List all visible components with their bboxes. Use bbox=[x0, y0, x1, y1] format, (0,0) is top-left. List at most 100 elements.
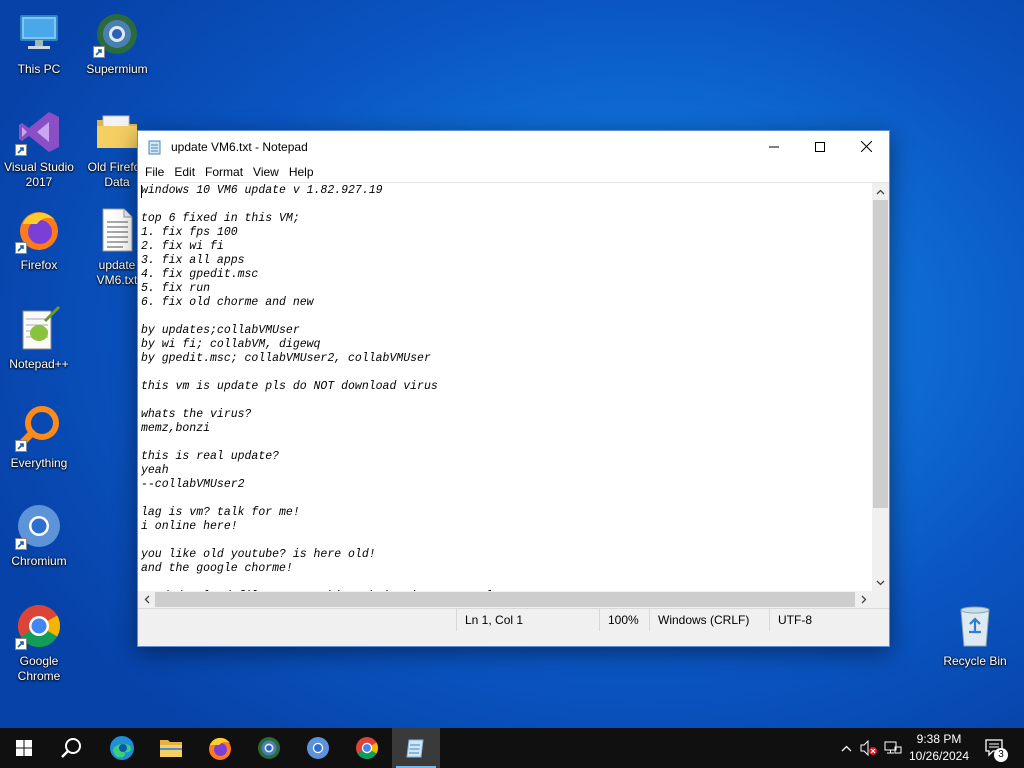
scrollbar-corner bbox=[872, 591, 889, 608]
desktop-icon-everything[interactable]: Everything bbox=[0, 404, 78, 471]
chrome-icon bbox=[15, 602, 63, 650]
notepad-window: update VM6.txt - Notepad File Edit Forma… bbox=[137, 130, 890, 647]
chevron-up-icon bbox=[841, 745, 851, 751]
notepad-icon bbox=[406, 739, 424, 758]
text-caret bbox=[141, 185, 142, 198]
shortcut-arrow-icon bbox=[15, 144, 27, 156]
clock-time: 9:38 PM bbox=[916, 732, 962, 746]
menu-file[interactable]: File bbox=[140, 163, 169, 181]
taskbar-chrome[interactable] bbox=[343, 728, 391, 768]
desktop-icon-notepadpp[interactable]: Notepad++ bbox=[0, 305, 78, 372]
desktop-icon-label: Visual Studio 2017 bbox=[4, 160, 74, 189]
desktop-icon-chromium[interactable]: Chromium bbox=[0, 502, 78, 569]
cursor-position: Ln 1, Col 1 bbox=[456, 609, 523, 631]
this-pc-icon bbox=[15, 10, 63, 58]
chromium-icon bbox=[307, 737, 329, 759]
vertical-scrollbar[interactable] bbox=[872, 183, 889, 591]
firefox-icon bbox=[209, 737, 231, 760]
firefox-icon bbox=[15, 206, 63, 254]
menu-edit[interactable]: Edit bbox=[169, 163, 200, 181]
chevron-left-icon bbox=[144, 595, 149, 604]
folder-icon bbox=[160, 740, 182, 757]
taskbar-notepad[interactable] bbox=[392, 728, 440, 768]
chevron-right-icon bbox=[861, 595, 866, 604]
scroll-up-button[interactable] bbox=[872, 183, 889, 200]
shortcut-arrow-icon bbox=[15, 440, 27, 452]
taskbar-chromium[interactable] bbox=[294, 728, 342, 768]
document-text: windows 10 VM6 update v 1.82.927.19 top … bbox=[141, 184, 521, 591]
close-button[interactable] bbox=[843, 131, 889, 162]
desktop-icon-recycle-bin[interactable]: Recycle Bin bbox=[936, 602, 1014, 669]
line-ending: Windows (CRLF) bbox=[649, 609, 749, 631]
text-file-icon bbox=[93, 206, 141, 254]
encoding: UTF-8 bbox=[769, 609, 812, 631]
editor: windows 10 VM6 update v 1.82.927.19 top … bbox=[138, 182, 889, 608]
clock[interactable]: 9:38 PM 10/26/2024 bbox=[903, 731, 975, 765]
desktop-icon-google-chrome[interactable]: Google Chrome bbox=[0, 602, 78, 684]
clock-date: 10/26/2024 bbox=[908, 749, 970, 763]
shortcut-arrow-icon bbox=[93, 46, 105, 58]
window-title: update VM6.txt - Notepad bbox=[171, 139, 308, 154]
action-center-button[interactable]: 3 bbox=[978, 728, 1012, 768]
maximize-button[interactable] bbox=[797, 131, 843, 162]
scroll-down-button[interactable] bbox=[872, 574, 889, 591]
notification-count-badge: 3 bbox=[994, 748, 1008, 762]
desktop-icon-label: Chromium bbox=[11, 554, 67, 568]
vertical-scroll-thumb[interactable] bbox=[873, 200, 888, 508]
chevron-up-icon bbox=[876, 189, 885, 194]
desktop-icon-supermium[interactable]: Supermium bbox=[78, 10, 156, 77]
taskbar-file-explorer[interactable] bbox=[147, 728, 195, 768]
desktop-icon-label: Notepad++ bbox=[9, 357, 69, 371]
desktop-icon-label: This PC bbox=[17, 62, 61, 76]
volume-button[interactable] bbox=[858, 728, 880, 768]
menu-format[interactable]: Format bbox=[200, 163, 248, 181]
desktop-icon-label: Google Chrome bbox=[17, 654, 61, 683]
menu-view[interactable]: View bbox=[248, 163, 284, 181]
taskbar-search-button[interactable] bbox=[48, 728, 96, 768]
folder-icon bbox=[93, 108, 141, 156]
scroll-right-button[interactable] bbox=[855, 591, 872, 608]
windows-logo-icon bbox=[16, 740, 32, 756]
volume-muted-icon bbox=[860, 740, 877, 756]
desktop-icon-firefox[interactable]: Firefox bbox=[0, 206, 78, 273]
minimize-icon bbox=[769, 146, 779, 147]
maximize-icon bbox=[815, 141, 825, 152]
notepadpp-icon bbox=[15, 305, 63, 353]
recycle-bin-icon bbox=[951, 602, 999, 650]
supermium-icon bbox=[93, 10, 141, 58]
start-button[interactable] bbox=[0, 728, 48, 768]
chrome-icon bbox=[356, 737, 378, 759]
status-bar: Ln 1, Col 1 100% Windows (CRLF) UTF-8 bbox=[138, 608, 889, 646]
notepad-icon bbox=[148, 140, 161, 154]
shortcut-arrow-icon bbox=[15, 242, 27, 254]
taskbar-edge[interactable] bbox=[98, 728, 146, 768]
horizontal-scroll-thumb[interactable] bbox=[155, 592, 855, 607]
edge-icon bbox=[110, 736, 134, 760]
chromium-icon bbox=[15, 502, 63, 550]
minimize-button[interactable] bbox=[751, 131, 797, 162]
desktop-icon-this-pc[interactable]: This PC bbox=[0, 10, 78, 77]
scroll-left-button[interactable] bbox=[138, 591, 155, 608]
menu-bar: File Edit Format View Help bbox=[138, 162, 889, 182]
menu-help[interactable]: Help bbox=[284, 163, 319, 181]
taskbar-supermium[interactable] bbox=[245, 728, 293, 768]
horizontal-scrollbar[interactable] bbox=[138, 591, 872, 608]
desktop-icon-label: Firefox bbox=[20, 258, 58, 272]
network-button[interactable] bbox=[882, 728, 904, 768]
everything-icon bbox=[15, 404, 63, 452]
desktop-icon-label: Recycle Bin bbox=[943, 654, 1007, 668]
visual-studio-icon bbox=[15, 108, 63, 156]
shortcut-arrow-icon bbox=[15, 538, 27, 550]
network-icon bbox=[884, 741, 902, 754]
supermium-icon bbox=[258, 737, 280, 759]
shortcut-arrow-icon bbox=[15, 638, 27, 650]
desktop-icon-visual-studio[interactable]: Visual Studio 2017 bbox=[0, 108, 78, 190]
show-hidden-icons-button[interactable] bbox=[836, 728, 856, 768]
desktop-icon-label: Supermium bbox=[86, 62, 148, 76]
taskbar-firefox[interactable] bbox=[196, 728, 244, 768]
taskbar: 9:38 PM 10/26/2024 3 bbox=[0, 728, 1024, 768]
zoom-level: 100% bbox=[599, 609, 639, 631]
desktop-icon-label: Everything bbox=[10, 456, 68, 470]
title-bar[interactable]: update VM6.txt - Notepad bbox=[138, 131, 889, 162]
text-editor[interactable]: windows 10 VM6 update v 1.82.927.19 top … bbox=[138, 183, 872, 591]
